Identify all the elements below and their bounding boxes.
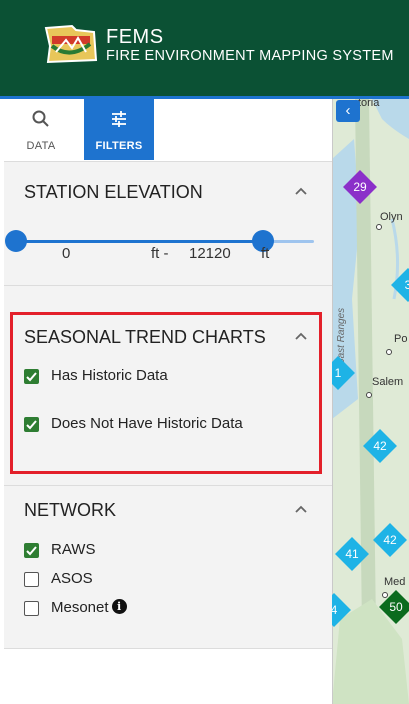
elevation-min-handle[interactable]: [5, 230, 27, 252]
map-view[interactable]: ictoria Olyn Po Salem Coast Ranges Med 2…: [332, 99, 409, 704]
check-icon: [26, 546, 37, 556]
asos-checkbox[interactable]: [24, 572, 39, 587]
mesonet-label: Mesonet i: [51, 599, 127, 616]
elevation-min-unit: ft -: [151, 245, 169, 262]
collapse-panel-button[interactable]: ‹: [336, 100, 360, 122]
station-cluster-count: 50: [389, 600, 403, 614]
map-label-olympia: Olyn: [380, 211, 403, 223]
info-icon[interactable]: i: [111, 599, 127, 614]
sliders-icon: [112, 111, 126, 127]
network-section: NETWORK RAWS ASOS Mesonet i: [4, 485, 332, 649]
app-header: FEMS FIRE ENVIRONMENT MAPPING SYSTEM: [0, 0, 409, 96]
station-cluster-count: 1: [334, 366, 342, 380]
elevation-min-value: 0: [62, 245, 71, 262]
map-city-dot: [366, 392, 372, 398]
map-label-salem: Salem: [372, 376, 404, 388]
mesonet-label-text: Mesonet: [51, 599, 109, 616]
fems-logo-icon: [44, 24, 98, 64]
search-icon: [32, 110, 49, 127]
station-cluster-count: 29: [353, 180, 367, 194]
highlight-box: [10, 312, 322, 474]
station-cluster-count: 41: [345, 547, 359, 561]
tab-data[interactable]: DATA: [6, 99, 76, 160]
map-city-dot: [386, 349, 392, 355]
station-elevation-section: STATION ELEVATION: [4, 161, 332, 286]
app-name: FEMS: [106, 26, 164, 48]
asos-label: ASOS: [51, 570, 93, 587]
filter-panel: DATA FILTERS STATION ELEVATION 0 ft - 12…: [4, 99, 333, 704]
map-label-medford: Med: [384, 576, 406, 588]
station-cluster-count: 42: [373, 439, 387, 453]
chevron-up-icon[interactable]: [294, 502, 308, 516]
network-title[interactable]: NETWORK: [24, 500, 116, 521]
raws-label: RAWS: [51, 541, 96, 558]
map-city-dot: [376, 224, 382, 230]
tab-data-label: DATA: [26, 140, 56, 152]
app-subtitle: FIRE ENVIRONMENT MAPPING SYSTEM: [106, 48, 394, 64]
map-label-portland: Po: [394, 333, 408, 345]
station-elevation-title[interactable]: STATION ELEVATION: [24, 182, 203, 203]
elevation-slider-fill: [12, 240, 263, 243]
mesonet-checkbox[interactable]: [24, 601, 39, 616]
elevation-max-unit: ft: [261, 245, 270, 262]
station-cluster-count: 42: [383, 533, 397, 547]
station-cluster-count: 4: [332, 603, 338, 617]
tab-filters-label: FILTERS: [95, 140, 143, 152]
station-cluster-count: 3: [404, 278, 409, 292]
chevron-up-icon[interactable]: [294, 184, 308, 198]
raws-checkbox[interactable]: [24, 543, 39, 558]
elevation-max-value: 12120: [189, 245, 231, 262]
tab-filters[interactable]: FILTERS: [84, 99, 154, 160]
